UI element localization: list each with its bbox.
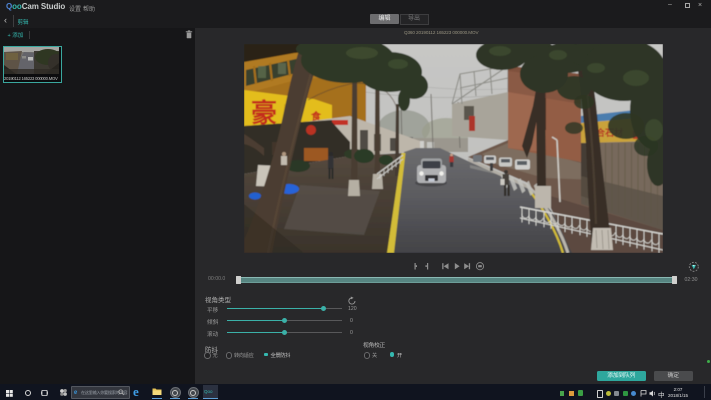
svg-text:豪: 豪: [251, 98, 277, 128]
